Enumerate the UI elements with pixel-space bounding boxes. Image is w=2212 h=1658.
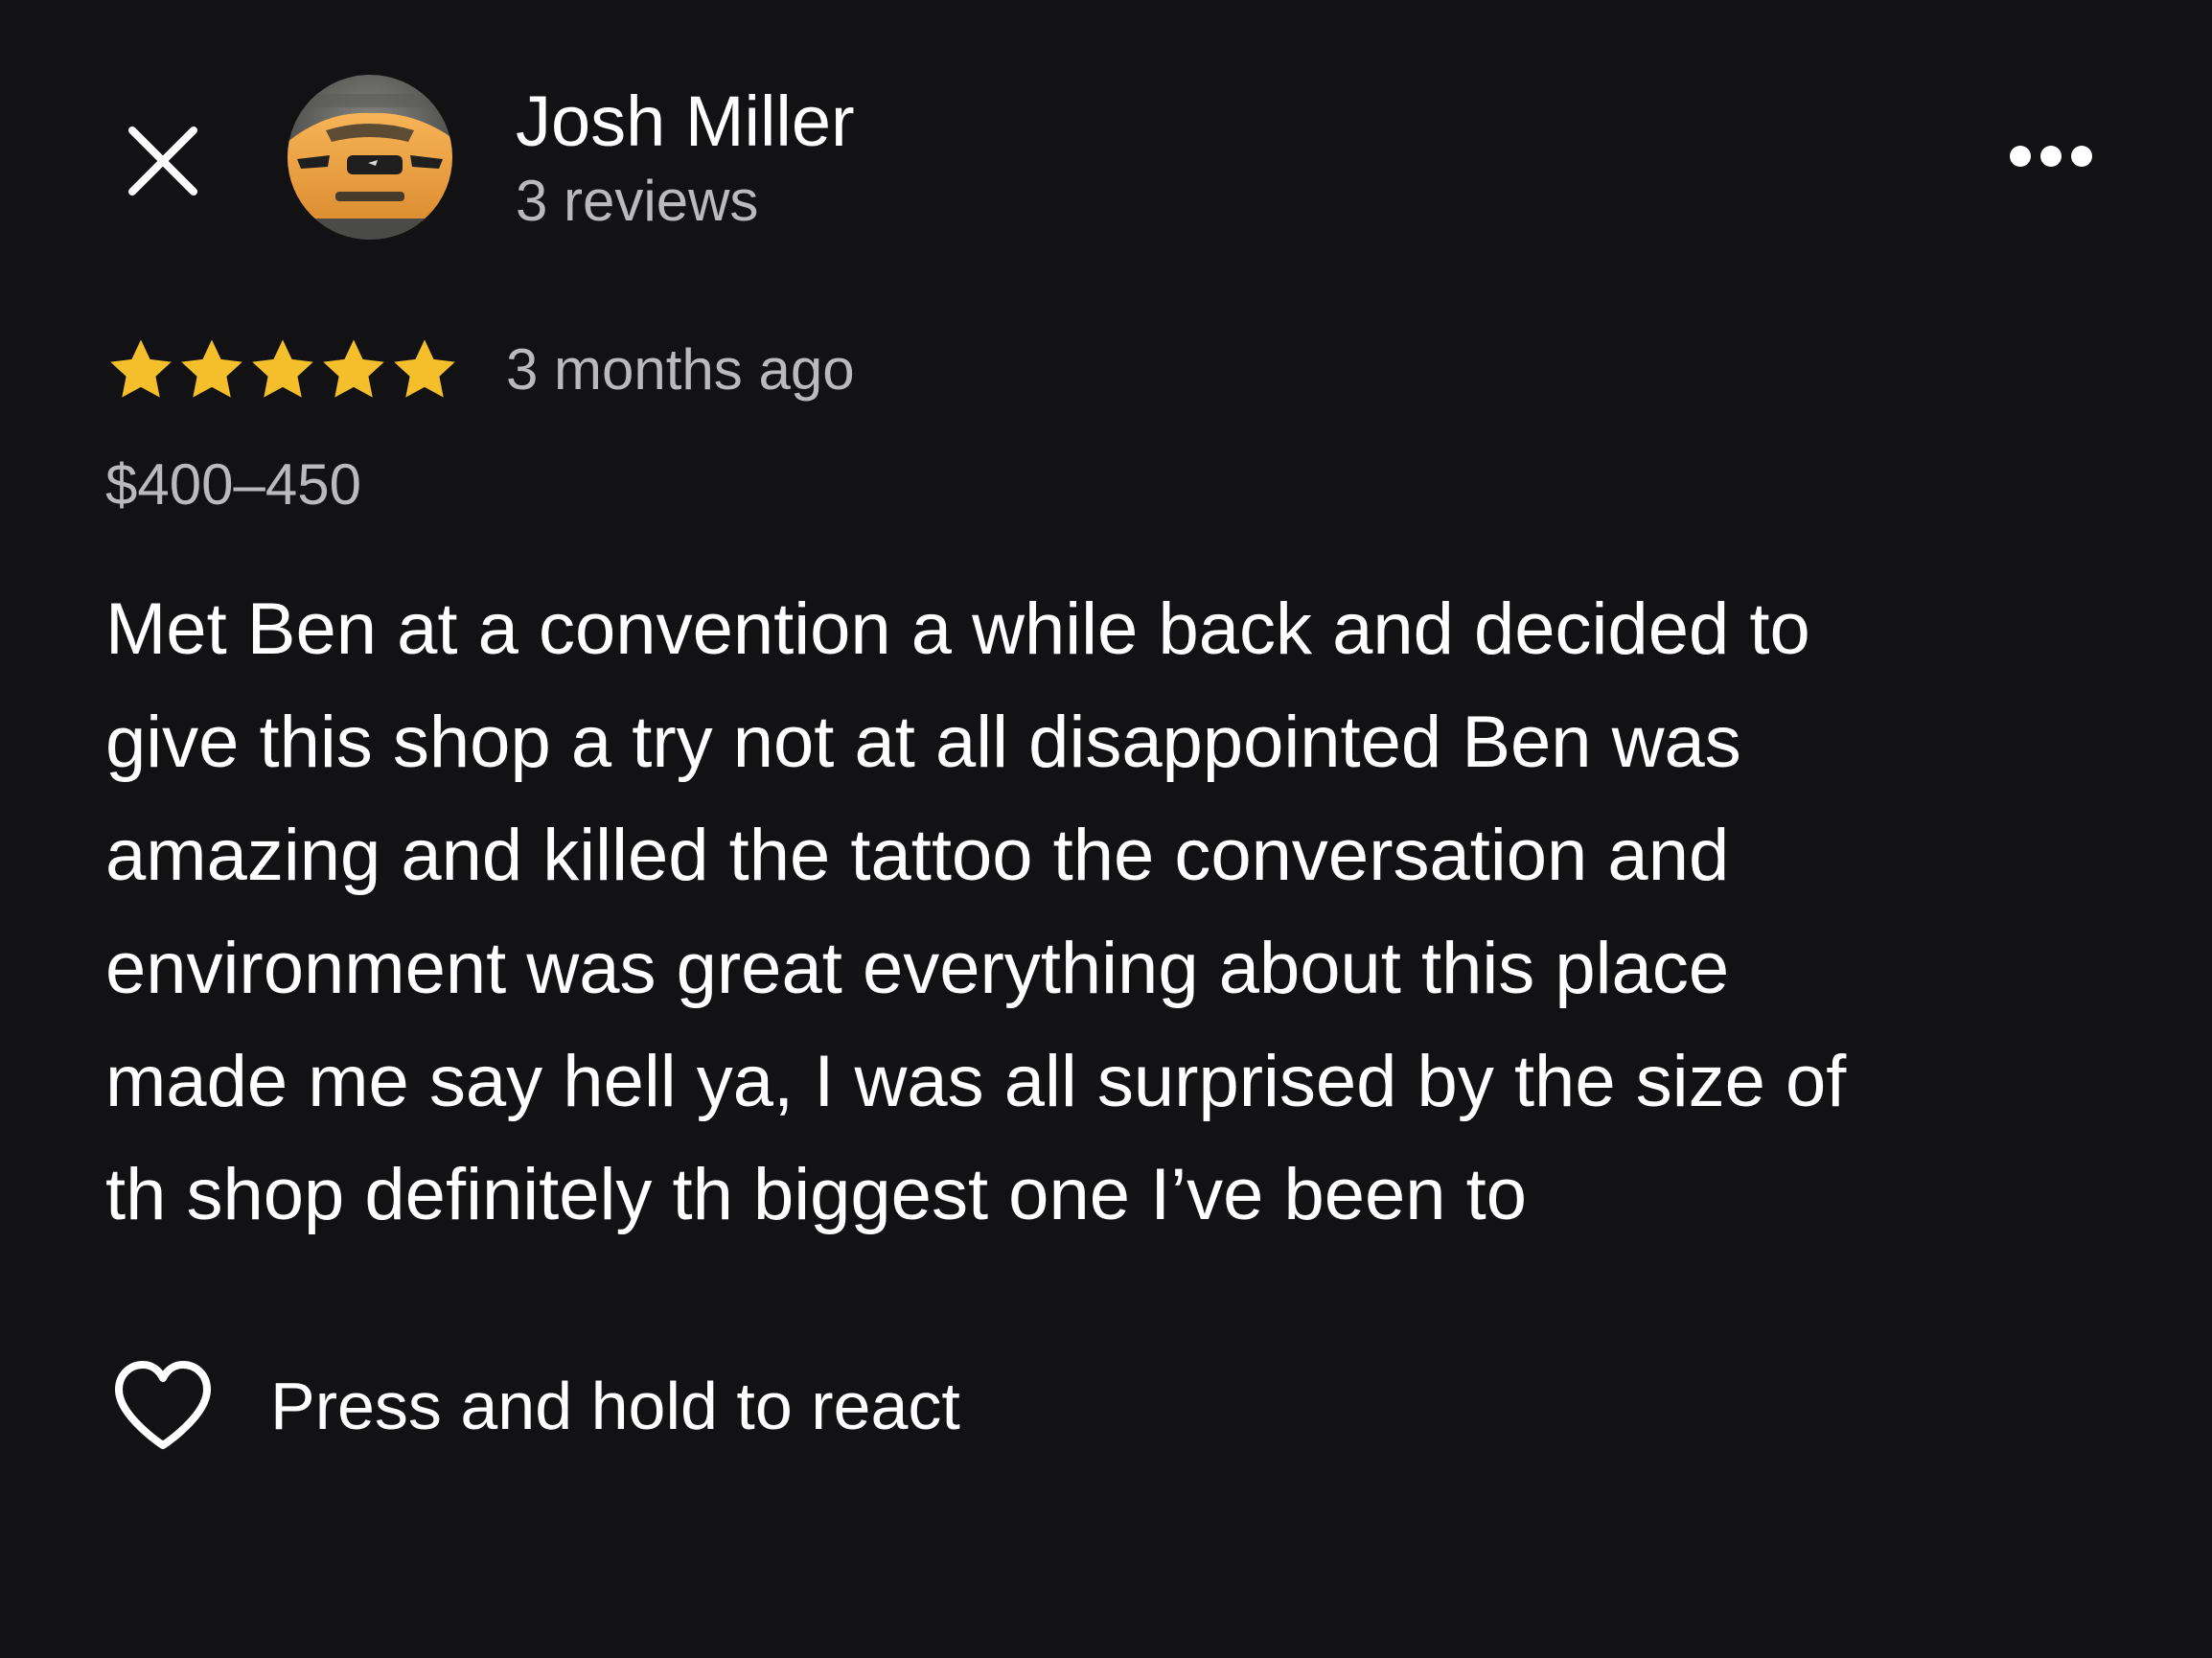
star-icon (110, 339, 172, 398)
rating-row: 3 months ago (105, 334, 855, 406)
review-date: 3 months ago (506, 337, 855, 402)
react-label: Press and hold to react (270, 1369, 960, 1443)
star-rating (105, 334, 460, 405)
star-icon (252, 339, 313, 398)
star-icon (181, 339, 242, 398)
react-button[interactable]: Press and hold to react (105, 1353, 960, 1459)
avatar[interactable] (288, 75, 452, 240)
review-count: 3 reviews (516, 169, 759, 233)
reviewer-name[interactable]: Josh Miller (516, 79, 855, 165)
more-options-button[interactable] (1993, 123, 2108, 190)
close-button[interactable] (115, 113, 211, 209)
close-icon (128, 127, 197, 196)
heart-outline-icon (105, 1353, 220, 1459)
star-icon (323, 339, 384, 398)
price-range: $400–450 (105, 452, 361, 517)
review-text: Met Ben at a convention a while back and… (105, 588, 1847, 1235)
car-avatar-icon (288, 75, 452, 240)
more-horizontal-icon (2010, 146, 2092, 167)
star-icon (394, 339, 455, 398)
